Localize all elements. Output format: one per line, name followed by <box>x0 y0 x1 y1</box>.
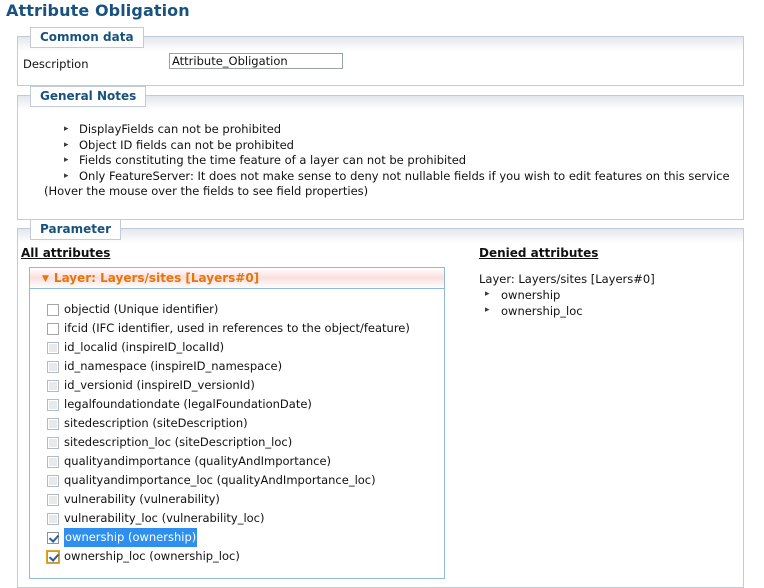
attribute-label: id_localid (inspireID_localId) <box>64 340 225 354</box>
parameter-fieldset: Parameter All attributes Denied attribut… <box>17 219 744 588</box>
attribute-row[interactable]: vulnerability_loc (vulnerability_loc) <box>47 509 444 528</box>
page-title: Attribute Obligation <box>6 1 190 20</box>
attribute-checkbox <box>47 474 59 487</box>
attribute-label: vulnerability (vulnerability) <box>64 492 220 506</box>
general-note-text: Object ID fields can not be prohibited <box>79 137 294 152</box>
general-notes-list: ▸ DisplayFields can not be prohibited ▸ … <box>62 122 732 184</box>
attribute-checkbox <box>47 379 59 392</box>
bullet-arrow-icon: ▸ <box>485 305 490 315</box>
general-notes-fieldset: General Notes ▸ DisplayFields can not be… <box>17 86 744 220</box>
all-attributes-panel: ▼ Layer: Layers/sites [Layers#0] objectid… <box>29 267 445 579</box>
attribute-checkbox <box>47 398 59 411</box>
denied-attribute-item: ▸ ownership <box>479 287 729 303</box>
layer-group-label: Layer: Layers/sites [Layers#0] <box>53 271 260 285</box>
attribute-row[interactable]: qualityandimportance_loc (qualityAndImpo… <box>47 471 444 490</box>
all-attributes-heading: All attributes <box>21 246 111 260</box>
description-label: Description <box>23 57 89 71</box>
attribute-label: id_namespace (inspireID_namespace) <box>64 359 283 373</box>
attribute-checkbox <box>47 417 59 430</box>
general-note-item: ▸ Only FeatureServer: It does not make s… <box>62 169 732 185</box>
attribute-row[interactable]: objectid (Unique identifier) <box>47 300 444 319</box>
attribute-row[interactable]: ifcid (IFC identifier, used in reference… <box>47 319 444 338</box>
denied-attributes-panel: Layer: Layers/sites [Layers#0] ▸ ownersh… <box>479 271 729 319</box>
chevron-down-icon[interactable]: ▼ <box>42 269 49 290</box>
attribute-label: ownership_loc (ownership_loc) <box>64 549 240 563</box>
bullet-arrow-icon: ▸ <box>64 139 69 150</box>
denied-layer-label: Layer: Layers/sites [Layers#0] <box>479 272 655 286</box>
attribute-label: id_versionid (inspireID_versionId) <box>64 378 255 392</box>
denied-attribute-item: ▸ ownership_loc <box>479 303 729 319</box>
attribute-label: ifcid (IFC identifier, used in reference… <box>64 321 410 335</box>
attribute-label: qualityandimportance_loc (qualityAndImpo… <box>64 473 376 487</box>
general-note-item: ▸ DisplayFields can not be prohibited <box>62 122 732 138</box>
general-notes-legend: General Notes <box>30 86 147 107</box>
attribute-label: ownership (ownership) <box>64 528 198 547</box>
attribute-checkbox <box>47 512 59 525</box>
attribute-checkbox <box>47 360 59 373</box>
attribute-row[interactable]: id_localid (inspireID_localId) <box>47 338 444 357</box>
general-note-text: Fields constituting the time feature of … <box>79 153 467 167</box>
general-note-item: ▸ Fields constituting the time feature o… <box>62 153 732 169</box>
bullet-arrow-icon: ▸ <box>64 170 69 181</box>
attribute-label: qualityandimportance (qualityAndImportan… <box>64 454 332 468</box>
general-note-item: ▸ Object ID fields can not be prohibited <box>62 138 732 154</box>
bullet-arrow-icon: ▸ <box>64 155 69 165</box>
attribute-checkbox-list: objectid (Unique identifier) ifcid (IFC i… <box>30 289 444 566</box>
parameter-legend: Parameter <box>30 219 122 240</box>
attribute-checkbox[interactable] <box>47 531 59 544</box>
attribute-checkbox <box>47 341 59 354</box>
general-note-text: Only FeatureServer: It does not make sen… <box>79 168 730 183</box>
bullet-arrow-icon: ▸ <box>64 124 69 134</box>
attribute-label: objectid (Unique identifier) <box>64 302 219 316</box>
attribute-row[interactable]: qualityandimportance (qualityAndImportan… <box>47 452 444 471</box>
attribute-checkbox <box>47 493 59 506</box>
attribute-checkbox[interactable] <box>47 303 59 316</box>
hover-hint-text: (Hover the mouse over the fields to see … <box>44 184 369 198</box>
attribute-label: vulnerability_loc (vulnerability_loc) <box>64 511 265 525</box>
denied-attribute-label: ownership_loc <box>501 304 583 318</box>
attribute-label: sitedescription (siteDescription) <box>64 416 248 430</box>
attribute-label: sitedescription_loc (siteDescription_loc… <box>64 435 293 449</box>
denied-attributes-heading: Denied attributes <box>479 246 599 260</box>
common-data-fieldset: Common data Description <box>17 27 744 86</box>
attribute-checkbox <box>47 455 59 468</box>
attribute-row[interactable]: sitedescription (siteDescription) <box>47 414 444 433</box>
attribute-row[interactable]: ownership_loc (ownership_loc) <box>46 547 444 566</box>
general-note-text: DisplayFields can not be prohibited <box>79 122 282 136</box>
attribute-row[interactable]: ownership (ownership) <box>47 528 444 547</box>
attribute-label: legalfoundationdate (legalFoundationDate… <box>64 397 312 411</box>
attribute-row[interactable]: vulnerability (vulnerability) <box>47 490 444 509</box>
attribute-row[interactable]: legalfoundationdate (legalFoundationDate… <box>47 395 444 414</box>
attribute-row[interactable]: sitedescription_loc (siteDescription_loc… <box>47 433 444 452</box>
attribute-checkbox <box>47 436 59 449</box>
bullet-arrow-icon: ▸ <box>485 289 490 299</box>
description-input[interactable] <box>169 53 343 69</box>
denied-attribute-label: ownership <box>501 288 561 302</box>
layer-group-header[interactable]: ▼ Layer: Layers/sites [Layers#0] <box>30 268 444 289</box>
attribute-row[interactable]: id_versionid (inspireID_versionId) <box>47 376 444 395</box>
attribute-row[interactable]: id_namespace (inspireID_namespace) <box>47 357 444 376</box>
attribute-checkbox[interactable] <box>46 549 60 564</box>
common-data-legend: Common data <box>30 27 144 48</box>
attribute-checkbox[interactable] <box>47 322 59 335</box>
